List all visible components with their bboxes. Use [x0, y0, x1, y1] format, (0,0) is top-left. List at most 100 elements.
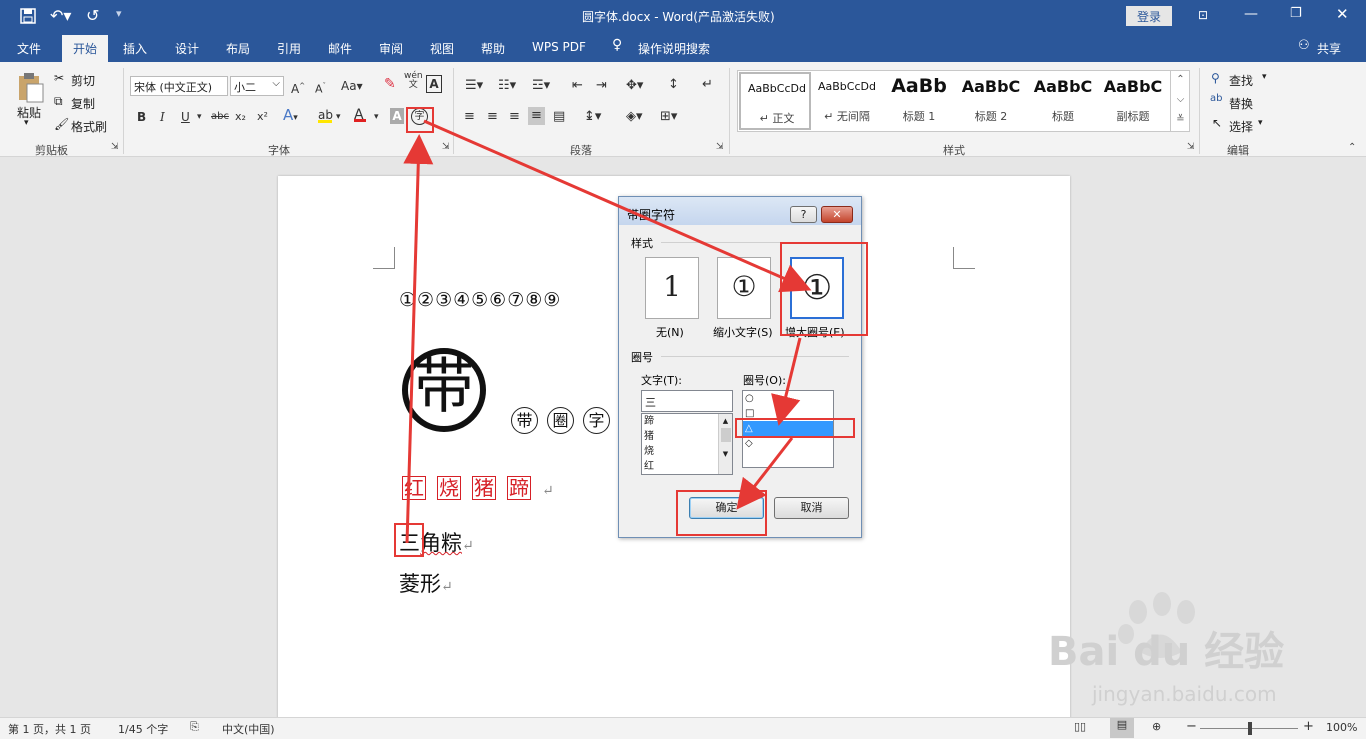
paste-dropdown-icon[interactable]: ▾ [24, 118, 29, 128]
numbering-icon[interactable]: ☷▾ [498, 78, 516, 94]
styles-scroll[interactable]: ⌃ ⌵ ≚ [1170, 70, 1190, 132]
distributed-icon[interactable]: ▤ [553, 109, 565, 125]
change-case-button[interactable]: Aa▾ [341, 78, 363, 94]
character-border-icon[interactable]: A [426, 75, 442, 93]
bold-button[interactable]: B [137, 109, 146, 125]
underline-button[interactable]: U [181, 109, 190, 125]
style-heading1[interactable]: AaBb 标题 1 [883, 72, 955, 130]
list-item[interactable]: ○ [743, 391, 833, 406]
ribbon-display-icon[interactable]: ⊡ [1198, 8, 1208, 22]
login-button[interactable]: 登录 [1126, 6, 1172, 26]
highlight-dropdown-icon[interactable]: ▾ [336, 109, 341, 125]
read-mode-icon[interactable]: ▯▯ [1074, 720, 1086, 733]
zoom-in-button[interactable]: + [1303, 719, 1314, 734]
cut-button[interactable]: 剪切 [71, 72, 95, 89]
font-launcher-icon[interactable]: ⇲ [442, 142, 450, 152]
grow-font-icon[interactable]: A^ [291, 78, 305, 97]
collapse-ribbon-icon[interactable]: ⌃ [1348, 142, 1356, 153]
restore-icon[interactable]: ❐ [1290, 6, 1302, 21]
tab-review[interactable]: 审阅 [379, 40, 403, 57]
clipboard-launcher-icon[interactable]: ⇲ [111, 142, 119, 152]
chinese-layout-icon[interactable]: ✥▾ [626, 78, 643, 94]
format-painter-button[interactable]: 格式刷 [71, 118, 107, 135]
tab-insert[interactable]: 插入 [123, 40, 147, 57]
tab-home[interactable]: 开始 [62, 35, 108, 62]
tab-design[interactable]: 设计 [175, 40, 199, 57]
undo-icon[interactable]: ↶▾ [50, 6, 71, 25]
text-input[interactable]: 三 [641, 390, 733, 412]
style-option-none[interactable]: 1 [645, 257, 699, 319]
style-heading2[interactable]: AaBbC 标题 2 [955, 72, 1027, 130]
text-list[interactable]: 蹄 猪 烧 红 ▲ ▼ [641, 413, 733, 475]
style-option-shrink[interactable]: ① [717, 257, 771, 319]
phonetic-guide-button[interactable]: wén 文 [404, 72, 423, 90]
help-button[interactable]: ? [790, 206, 817, 223]
font-color-dropdown-icon[interactable]: ▾ [374, 109, 379, 125]
language[interactable]: 中文(中国) [222, 721, 275, 737]
page-count[interactable]: 第 1 页，共 1 页 [8, 721, 91, 737]
save-icon[interactable] [20, 8, 36, 24]
align-right-icon[interactable]: ≡ [509, 109, 520, 125]
highlight-icon[interactable]: ab [318, 107, 333, 123]
close-button[interactable]: ✕ [821, 206, 853, 223]
font-name-combo[interactable]: 宋体 (中文正文) [130, 76, 228, 96]
print-layout-icon[interactable]: ▤ [1110, 718, 1134, 738]
align-left-icon[interactable]: ≡ [464, 109, 475, 125]
tab-references[interactable]: 引用 [277, 40, 301, 57]
tab-layout[interactable]: 布局 [226, 40, 250, 57]
style-title[interactable]: AaBbC 标题 [1027, 72, 1099, 130]
style-normal[interactable]: AaBbCcDd ↵ 正文 [739, 72, 811, 130]
multilevel-list-icon[interactable]: ☲▾ [532, 78, 550, 94]
zoom-level[interactable]: 100% [1326, 721, 1357, 734]
tab-wps-pdf[interactable]: WPS PDF [532, 40, 586, 54]
minimize-icon[interactable]: — [1244, 6, 1258, 22]
redo-icon[interactable]: ↺ [86, 6, 99, 25]
bullets-icon[interactable]: ☰▾ [465, 78, 483, 94]
tab-file[interactable]: 文件 [17, 40, 41, 57]
strikethrough-button[interactable]: abc [211, 109, 229, 125]
text-effects-icon[interactable]: A▾ [283, 107, 298, 126]
zoom-out-button[interactable]: − [1186, 719, 1197, 734]
paste-button[interactable]: 粘贴 [17, 104, 41, 121]
show-marks-icon[interactable]: ↵ [702, 77, 713, 93]
font-size-combo[interactable]: 小二 ⌵ [230, 76, 284, 96]
customize-qat-icon[interactable]: ▾ [116, 7, 122, 20]
justify-icon[interactable]: ≡ [528, 107, 545, 125]
zoom-slider-thumb[interactable] [1248, 722, 1252, 735]
tell-me-search[interactable]: 操作说明搜索 [638, 40, 710, 57]
underline-dropdown-icon[interactable]: ▾ [197, 109, 202, 125]
find-dropdown-icon[interactable]: ▾ [1262, 72, 1267, 82]
tab-mailings[interactable]: 邮件 [328, 40, 352, 57]
style-no-spacing[interactable]: AaBbCcDd ↵ 无间隔 [811, 72, 883, 130]
shading-icon[interactable]: ◈▾ [626, 109, 643, 125]
decrease-indent-icon[interactable]: ⇤ [572, 78, 583, 94]
font-color-icon[interactable]: A [354, 107, 366, 123]
style-subtitle[interactable]: AaBbC 副标题 [1099, 72, 1167, 130]
increase-indent-icon[interactable]: ⇥ [596, 78, 607, 94]
sort-icon[interactable]: ↕ [668, 77, 679, 93]
copy-button[interactable]: 复制 [71, 95, 95, 112]
align-center-icon[interactable]: ≡ [487, 109, 498, 125]
tab-help[interactable]: 帮助 [481, 40, 505, 57]
subscript-button[interactable]: x₂ [235, 109, 246, 125]
replace-button[interactable]: 替换 [1229, 95, 1253, 112]
character-shading-icon[interactable]: A [390, 108, 404, 124]
select-dropdown-icon[interactable]: ▾ [1258, 118, 1263, 128]
line-spacing-icon[interactable]: ↨▾ [584, 109, 601, 125]
superscript-button[interactable]: x² [257, 109, 268, 125]
find-button[interactable]: 查找 [1229, 72, 1253, 89]
paste-icon[interactable] [17, 72, 45, 104]
styles-launcher-icon[interactable]: ⇲ [1187, 142, 1195, 152]
scrollbar[interactable]: ▲ ▼ [718, 414, 732, 474]
clear-format-icon[interactable]: ✎ [384, 76, 396, 92]
share-button[interactable]: 共享 [1317, 40, 1341, 57]
close-icon[interactable]: ✕ [1336, 5, 1349, 23]
paragraph-launcher-icon[interactable]: ⇲ [716, 142, 724, 152]
select-button[interactable]: 选择 [1229, 118, 1253, 135]
tab-view[interactable]: 视图 [430, 40, 454, 57]
web-layout-icon[interactable]: ⊕ [1152, 720, 1161, 733]
proofing-icon[interactable]: ⎘ [190, 720, 199, 734]
italic-button[interactable]: I [160, 109, 165, 125]
cancel-button[interactable]: 取消 [774, 497, 849, 519]
list-item[interactable]: ◇ [743, 436, 833, 451]
